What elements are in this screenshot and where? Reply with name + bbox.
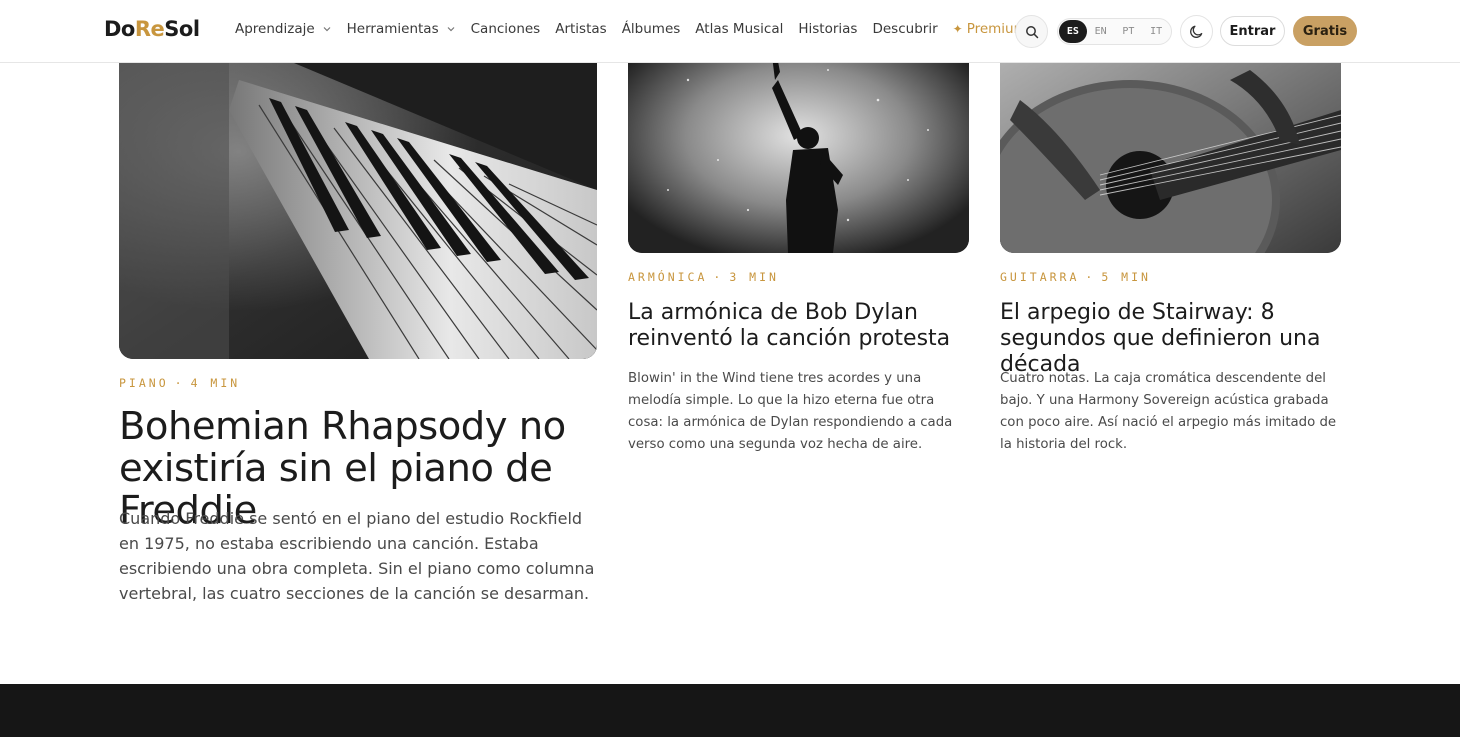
- signup-button[interactable]: Gratis: [1293, 16, 1357, 46]
- chevron-down-icon: [447, 27, 455, 32]
- site-header: DoReSol Aprendizaje Herramientas Cancion…: [0, 0, 1460, 63]
- article-excerpt-armonica: Blowin' in the Wind tiene tres acordes y…: [628, 371, 953, 452]
- language-switcher: ES EN PT IT: [1057, 18, 1172, 45]
- nav-item-canciones[interactable]: Canciones: [471, 21, 541, 37]
- nav-item-descubrir[interactable]: Descubrir: [872, 21, 937, 37]
- nav-item-aprendizaje[interactable]: Aprendizaje: [235, 21, 332, 37]
- search-icon: [1025, 25, 1038, 38]
- lang-pt[interactable]: PT: [1115, 20, 1143, 43]
- article-excerpt-piano: Cuando Freddie se sentó en el piano del …: [119, 509, 595, 603]
- nav-item-atlas-musical[interactable]: Atlas Musical: [695, 21, 783, 37]
- nav-item-historias[interactable]: Historias: [798, 21, 857, 37]
- acoustic-guitar-photo[interactable]: [1000, 40, 1341, 253]
- moon-icon: [1190, 25, 1203, 38]
- chevron-down-icon: [323, 27, 331, 32]
- search-button[interactable]: [1015, 15, 1048, 48]
- article-meta-armonica: ARMÓNICA · 3 MIN: [628, 270, 779, 284]
- piano-keys-photo[interactable]: [119, 40, 597, 359]
- site-logo[interactable]: DoReSol: [104, 17, 200, 41]
- article-meta-guitarra: GUITARRA · 5 MIN: [1000, 270, 1151, 284]
- article-title-guitarra[interactable]: El arpegio de Stairway: 8 segundos que d…: [1000, 300, 1345, 378]
- article-title-armonica[interactable]: La armónica de Bob Dylan reinventó la ca…: [628, 300, 973, 352]
- nav-item-herramientas[interactable]: Herramientas: [347, 21, 456, 37]
- main-nav: Aprendizaje Herramientas Canciones Artis…: [235, 21, 1042, 37]
- login-button[interactable]: Entrar: [1220, 16, 1285, 46]
- star-icon: ✦: [952, 22, 963, 36]
- lang-es[interactable]: ES: [1059, 20, 1087, 43]
- lang-en[interactable]: EN: [1087, 20, 1115, 43]
- article-meta-piano: PIANO · 4 MIN: [119, 376, 241, 390]
- theme-toggle-button[interactable]: [1180, 15, 1213, 48]
- nav-item-artistas[interactable]: Artistas: [555, 21, 606, 37]
- article-excerpt-guitarra: Cuatro notas. La caja cromática descende…: [1000, 371, 1337, 452]
- nav-item-albumes[interactable]: Álbumes: [622, 21, 681, 37]
- concert-performer-photo[interactable]: [628, 40, 969, 253]
- site-footer: [0, 684, 1460, 737]
- lang-it[interactable]: IT: [1142, 20, 1170, 43]
